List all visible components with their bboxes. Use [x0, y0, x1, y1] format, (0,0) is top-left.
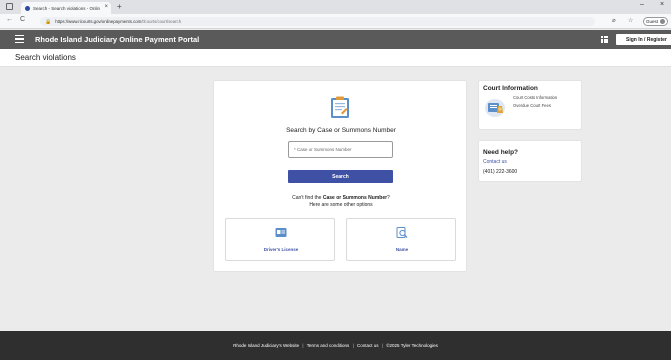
lock-icon: 🔒: [45, 18, 52, 25]
profile-label: Guest: [645, 19, 658, 24]
search-heading: Search by Case or Summons Number: [286, 127, 396, 134]
favicon-icon: [25, 5, 30, 11]
search-button[interactable]: Search: [288, 170, 393, 183]
url-path: /tlcourts/court/search: [141, 19, 182, 24]
footer-links: Rhode Island Judiciary's Website | Terms…: [0, 343, 671, 348]
window-close-icon[interactable]: ×: [660, 1, 664, 8]
browser-tab[interactable]: Search - Search violations - Onlin ×: [21, 2, 111, 14]
drivers-license-option[interactable]: Driver's License: [225, 218, 335, 261]
name-label: Name: [395, 247, 409, 252]
cant-find-text: Can't find the Case or Summons Number? H…: [214, 195, 468, 209]
tab-close-icon[interactable]: ×: [104, 4, 108, 10]
cant-find-bold: Case or Summons Number: [322, 195, 388, 201]
drivers-license-label: Driver's License: [263, 247, 299, 252]
footer-contact-link[interactable]: Contact us: [357, 343, 379, 348]
hamburger-menu-icon[interactable]: [15, 35, 24, 43]
court-information-title: Court Information: [483, 85, 538, 92]
url-field[interactable]: 🔒 https://www.ricourts.gov/onlinepayment…: [40, 17, 595, 26]
browser-tab-bar: Search - Search violations - Onlin × + –…: [0, 0, 671, 14]
id-card-icon: [275, 228, 287, 237]
help-phone: (401) 222-3600: [483, 169, 518, 175]
overdue-fees-link[interactable]: Overdue Court Fees: [513, 103, 573, 108]
window-menu-icon[interactable]: [6, 3, 13, 10]
footer-terms-link[interactable]: Terms and conditions: [307, 343, 350, 348]
favorites-icon[interactable]: ☆: [628, 17, 633, 24]
court-information-card: Court Information Court Costs Informatio…: [478, 80, 582, 130]
profile-avatar-icon: [660, 19, 665, 24]
page-footer: Rhode Island Judiciary's Website | Terms…: [0, 331, 671, 360]
portal-brand[interactable]: Rhode Island Judiciary Online Payment Po…: [35, 35, 199, 44]
minimize-icon[interactable]: –: [640, 1, 644, 8]
sign-in-register-button[interactable]: Sign In / Register: [616, 34, 671, 45]
clipboard-document-icon: [331, 96, 349, 118]
footer-separator: |: [381, 343, 383, 348]
address-bar-row: ← C 🔒 https://www.ricourts.gov/onlinepay…: [0, 14, 671, 29]
contact-us-link[interactable]: Contact us: [483, 159, 507, 165]
footer-separator: |: [352, 343, 354, 348]
court-building-icon: [485, 99, 505, 117]
url-host: https://www.ricourts.gov/onlinepayments.…: [55, 19, 142, 24]
footer-judiciary-link[interactable]: Rhode Island Judiciary's Website: [233, 343, 299, 348]
search-card: Search by Case or Summons Number * Case …: [213, 80, 467, 272]
help-card: Need help? Contact us (401) 222-3600: [478, 140, 582, 182]
help-title: Need help?: [483, 149, 519, 156]
name-option[interactable]: Name: [346, 218, 456, 261]
cant-find-prefix: Can't find the: [292, 195, 323, 201]
person-search-icon: [396, 227, 408, 238]
case-number-input[interactable]: * Case or Summons Number: [288, 141, 393, 158]
back-icon[interactable]: ←: [6, 16, 13, 23]
app-header: Rhode Island Judiciary Online Payment Po…: [0, 30, 671, 49]
page-subheader: Search violations: [0, 49, 671, 67]
court-costs-link[interactable]: Court Costs Information: [513, 95, 573, 100]
cant-find-suffix: ?: [387, 195, 390, 201]
reload-icon[interactable]: C: [20, 16, 25, 23]
extensions-icon[interactable]: ⌀: [612, 17, 616, 24]
footer-separator: |: [302, 343, 304, 348]
other-options-text: Here are some other options: [309, 202, 373, 208]
tab-title: Search - Search violations - Onlin: [33, 5, 101, 11]
new-tab-button[interactable]: +: [117, 2, 122, 11]
footer-copyright: ©2025 Tyler Technologies: [386, 343, 438, 348]
apps-grid-icon[interactable]: [601, 36, 608, 43]
court-links: Court Costs Information Overdue Court Fe…: [513, 95, 573, 111]
page-title: Search violations: [15, 53, 76, 62]
profile-button[interactable]: Guest: [643, 17, 668, 26]
